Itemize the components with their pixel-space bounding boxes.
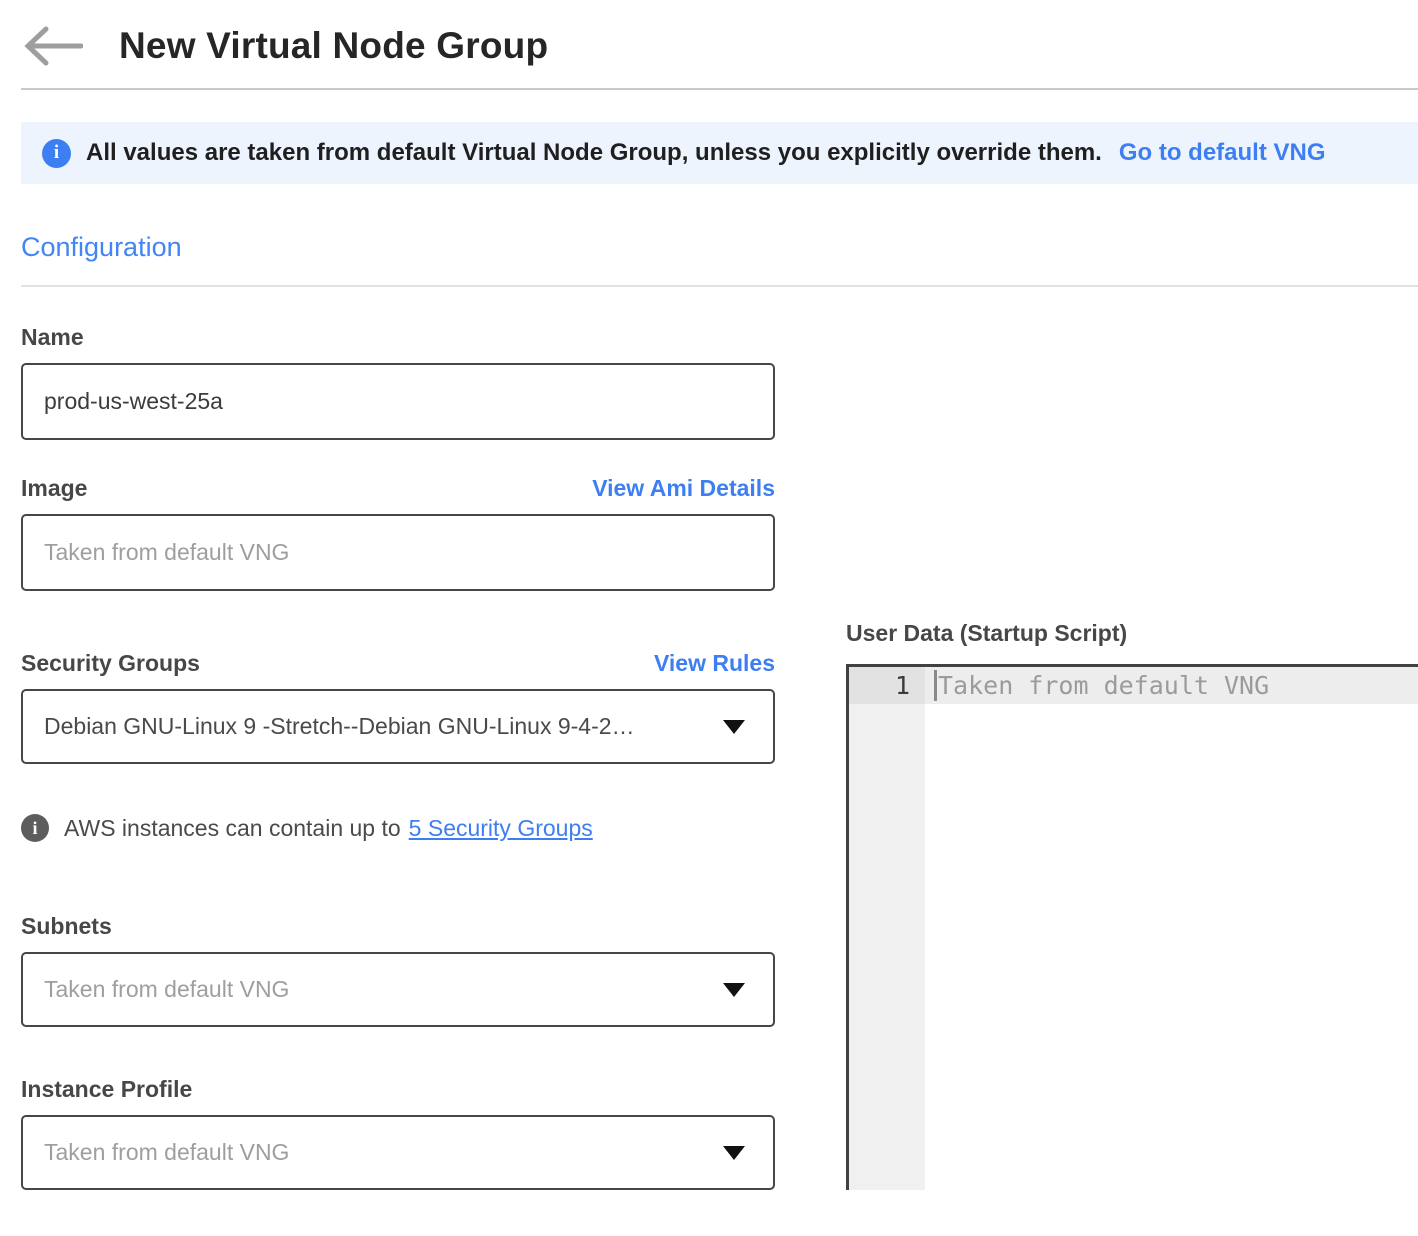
- user-data-label: User Data (Startup Script): [846, 620, 1418, 647]
- instance-profile-label: Instance Profile: [21, 1075, 192, 1103]
- subnets-placeholder: Taken from default VNG: [44, 976, 289, 1003]
- image-label-row: Image View Ami Details: [21, 474, 775, 502]
- name-label-row: Name: [21, 323, 775, 351]
- user-data-code-area[interactable]: Taken from default VNG: [925, 667, 1418, 1190]
- info-icon: i: [21, 814, 49, 842]
- five-security-groups-link[interactable]: 5 Security Groups: [409, 815, 593, 842]
- name-input[interactable]: [21, 363, 775, 440]
- subnets-label-row: Subnets: [21, 912, 775, 940]
- configuration-heading: Configuration: [21, 232, 1418, 263]
- chevron-down-icon: [723, 720, 745, 734]
- security-groups-value: Debian GNU-Linux 9 -Stretch--Debian GNU-…: [44, 713, 635, 740]
- configuration-content: Name Image View Ami Details Security Gro…: [0, 287, 1418, 1190]
- info-banner-text: All values are taken from default Virtua…: [86, 139, 1102, 167]
- security-note-text: AWS instances can contain up to: [64, 815, 401, 842]
- security-groups-select[interactable]: Debian GNU-Linux 9 -Stretch--Debian GNU-…: [21, 689, 775, 764]
- form-left-column: Name Image View Ami Details Security Gro…: [21, 287, 775, 1190]
- security-groups-note: i AWS instances can contain up to 5 Secu…: [21, 814, 775, 842]
- page-header: New Virtual Node Group: [0, 0, 1418, 68]
- user-data-column: User Data (Startup Script) 1 Taken from …: [846, 620, 1418, 1190]
- view-ami-details-link[interactable]: View Ami Details: [592, 475, 775, 502]
- security-groups-label: Security Groups: [21, 649, 200, 677]
- info-icon: i: [42, 139, 71, 168]
- editor-line-number-gutter: 1: [849, 667, 925, 1190]
- back-arrow-icon[interactable]: [21, 24, 83, 68]
- image-input[interactable]: [21, 514, 775, 591]
- text-cursor: [934, 670, 937, 701]
- header-divider: [21, 88, 1418, 90]
- view-rules-link[interactable]: View Rules: [654, 650, 775, 677]
- editor-placeholder-text: Taken from default VNG: [938, 671, 1269, 700]
- go-to-default-vng-link[interactable]: Go to default VNG: [1119, 139, 1326, 167]
- name-label: Name: [21, 323, 84, 351]
- security-groups-label-row: Security Groups View Rules: [21, 649, 775, 677]
- subnets-label: Subnets: [21, 912, 112, 940]
- image-label: Image: [21, 474, 87, 502]
- instance-profile-label-row: Instance Profile: [21, 1075, 775, 1103]
- instance-profile-select[interactable]: Taken from default VNG: [21, 1115, 775, 1190]
- user-data-editor: 1 Taken from default VNG: [846, 664, 1418, 1190]
- chevron-down-icon: [723, 983, 745, 997]
- chevron-down-icon: [723, 1146, 745, 1160]
- instance-profile-placeholder: Taken from default VNG: [44, 1139, 289, 1166]
- page-title: New Virtual Node Group: [119, 25, 548, 67]
- info-banner: i All values are taken from default Virt…: [21, 122, 1418, 184]
- subnets-select[interactable]: Taken from default VNG: [21, 952, 775, 1027]
- editor-line-number: 1: [849, 667, 925, 704]
- editor-active-line: Taken from default VNG: [925, 667, 1418, 704]
